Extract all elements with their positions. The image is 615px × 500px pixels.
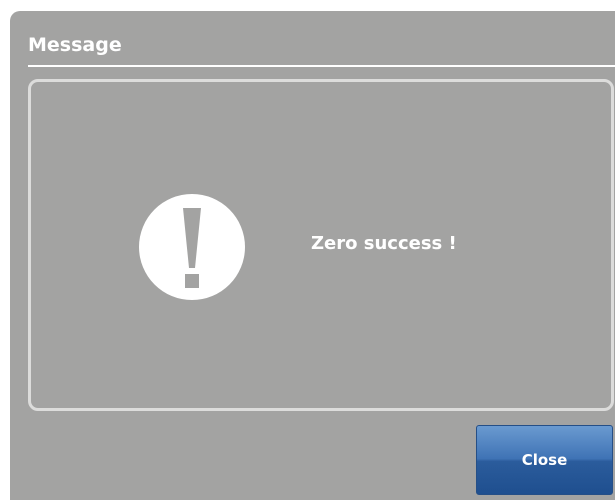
message-dialog: Message Zero success ! Close xyxy=(10,11,615,500)
dialog-title: Message xyxy=(28,34,122,56)
close-button[interactable]: Close xyxy=(476,425,613,495)
title-divider xyxy=(28,65,615,67)
exclamation-circle-icon xyxy=(139,194,245,300)
message-text: Zero success ! xyxy=(311,233,457,254)
message-content-box: Zero success ! xyxy=(28,79,614,411)
